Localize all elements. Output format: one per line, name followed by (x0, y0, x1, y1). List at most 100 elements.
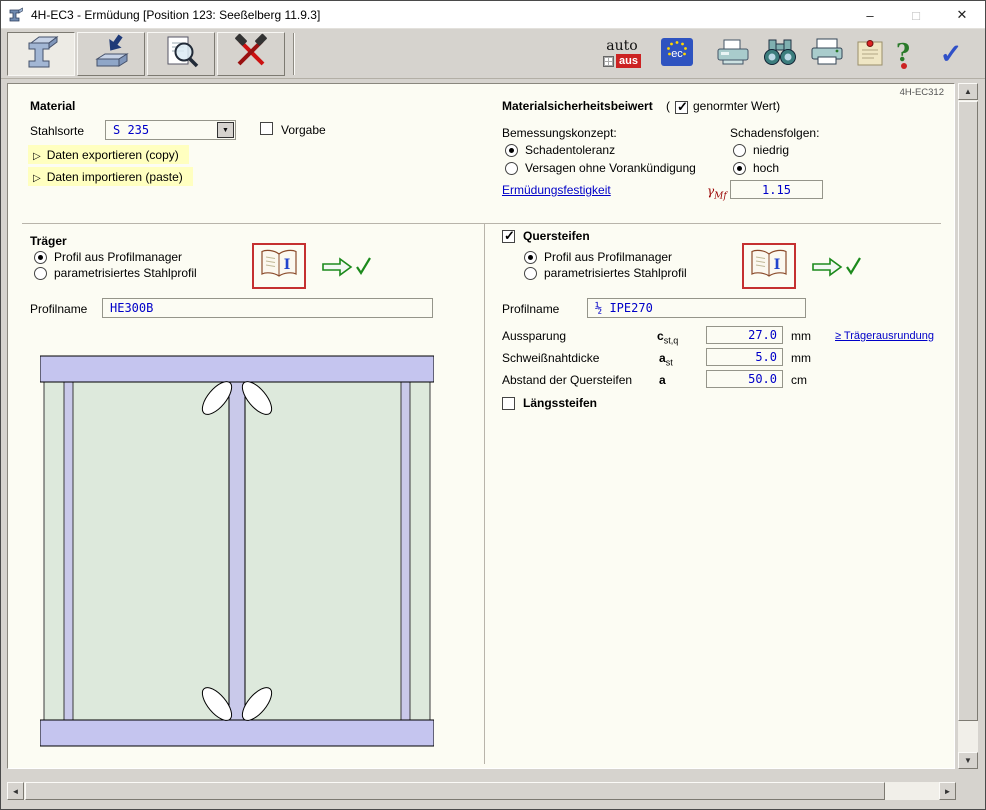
aus-label: aus (616, 54, 641, 68)
traeger-profilname-value: HE300B (110, 301, 153, 315)
maximize-button[interactable]: □ (893, 1, 939, 29)
laengssteifen-checkbox[interactable] (502, 397, 515, 410)
quersteifen-profilname-value: ½ IPE270 (595, 301, 653, 315)
vorgabe-label[interactable]: Vorgabe (281, 123, 326, 137)
aussparung-field[interactable]: 27.0 (706, 326, 783, 344)
window-controls: – □ ✕ (847, 1, 985, 29)
vertical-scrollbar[interactable] (958, 83, 978, 769)
toolbar: auto aus ec (1, 29, 985, 79)
close-button[interactable]: ✕ (939, 1, 985, 29)
help-button[interactable]: ? (891, 32, 921, 76)
vertical-scroll-thumb[interactable] (958, 101, 978, 721)
quersteifen-profilmanager-button[interactable]: I (742, 243, 796, 289)
eurocode-button[interactable]: ec (659, 32, 695, 76)
scroll-right-button[interactable] (939, 782, 956, 800)
title-bar: 4H-EC3 - Ermüdung [Position 123: Seeßelb… (1, 1, 985, 29)
svg-text:I: I (774, 257, 781, 273)
aussparung-label: Aussparung (502, 329, 566, 343)
quersteifen-profilmanager-label[interactable]: Profil aus Profilmanager (544, 250, 672, 264)
window-title: 4H-EC3 - Ermüdung [Position 123: Seeßelb… (31, 8, 320, 22)
search-binoculars-button[interactable] (759, 32, 801, 76)
schweissnaht-symbol: ast (659, 351, 673, 367)
minimize-button[interactable]: – (847, 1, 893, 29)
quersteifen-checkbox[interactable] (502, 230, 515, 243)
schadentoleranz-label[interactable]: Schadentoleranz (525, 143, 615, 157)
stahlsorte-value: S 235 (106, 121, 216, 139)
scroll-up-button[interactable] (958, 83, 978, 100)
quersteifen-profilname-label: Profilname (502, 302, 559, 316)
import-data-link[interactable]: Daten importieren (paste) (28, 167, 193, 186)
crossed-tools-button[interactable] (217, 32, 285, 76)
stahlsorte-label: Stahlsorte (30, 124, 84, 138)
traeger-profilmanager-label[interactable]: Profil aus Profilmanager (54, 250, 182, 264)
laengssteifen-label[interactable]: Längssteifen (523, 396, 597, 410)
play-triangle-icon (33, 170, 41, 184)
genormter-wert-checkbox[interactable] (675, 101, 688, 114)
stahlsorte-select[interactable]: S 235 (105, 120, 236, 140)
play-triangle-icon (33, 148, 41, 162)
gamma-mf-field[interactable]: 1.15 (730, 180, 823, 199)
question-mark-icon: ? (896, 38, 916, 70)
chevron-down-icon[interactable] (217, 122, 234, 138)
sicherheit-heading: Materialsicherheitsbeiwert (502, 99, 653, 113)
vorgabe-checkbox[interactable] (260, 122, 273, 135)
app-icon (8, 7, 24, 23)
main-panel: 4H-EC312 Material Stahlsorte S 235 Vorga… (7, 83, 955, 769)
traeger-profilname-field[interactable]: HE300B (102, 298, 433, 318)
symbol-base: a (659, 351, 666, 365)
auto-aus-icon: auto aus (603, 40, 641, 68)
export-data-link[interactable]: Daten exportieren (copy) (28, 145, 189, 164)
confirm-button[interactable]: ✓ (929, 32, 973, 76)
notes-button[interactable] (853, 32, 887, 76)
hoch-label[interactable]: hoch (753, 161, 779, 175)
abstand-label: Abstand der Quersteifen (502, 373, 632, 387)
auto-aus-button[interactable]: auto aus (599, 32, 645, 76)
traegerausrundung-link[interactable]: ≥ Trägerausrundung (835, 330, 934, 342)
app-window: 4H-EC3 - Ermüdung [Position 123: Seeßelb… (0, 0, 986, 810)
quersteifen-radio-parametrisiert[interactable] (524, 267, 537, 280)
scrollbar-corner (958, 782, 978, 800)
loads-view-button[interactable] (77, 32, 145, 76)
horizontal-scroll-thumb[interactable] (25, 782, 885, 800)
versagen-label[interactable]: Versagen ohne Vorankündigung (525, 161, 696, 175)
copy-pages-button[interactable] (713, 32, 753, 76)
profile-view-button[interactable] (7, 32, 75, 76)
radio-hoch[interactable] (733, 162, 746, 175)
radio-versagen[interactable] (505, 162, 518, 175)
abstand-field[interactable]: 50.0 (706, 370, 783, 388)
horizontal-scrollbar[interactable] (7, 782, 956, 800)
horizontal-divider (22, 223, 941, 224)
profile-book-icon: I (748, 247, 790, 286)
gamma-mf-value: 1.15 (762, 183, 791, 197)
quersteifen-parametrisiert-label[interactable]: parametrisiertes Stahlprofil (544, 266, 687, 280)
radio-schadentoleranz[interactable] (505, 144, 518, 157)
symbol-sub: st (666, 357, 673, 367)
quersteifen-apply-button[interactable] (810, 255, 864, 283)
checkmark-icon: ✓ (940, 41, 963, 68)
ermuedungsfestigkeit-link[interactable]: Ermüdungsfestigkeit (502, 183, 611, 197)
print-button[interactable] (807, 32, 847, 76)
niedrig-label[interactable]: niedrig (753, 143, 789, 157)
magnifier-icon (159, 33, 203, 76)
quersteifen-profilname-field[interactable]: ½ IPE270 (587, 298, 806, 318)
module-code: 4H-EC312 (900, 87, 944, 98)
scroll-down-button[interactable] (958, 752, 978, 769)
quersteifen-radio-profilmanager[interactable] (524, 251, 537, 264)
schweissnaht-field[interactable]: 5.0 (706, 348, 783, 366)
genormter-wert-label[interactable]: genormter Wert) (693, 99, 780, 113)
aussparung-unit: mm (791, 329, 811, 343)
quersteifen-heading[interactable]: Quersteifen (523, 229, 590, 243)
traeger-parametrisiert-label[interactable]: parametrisiertes Stahlprofil (54, 266, 197, 280)
traeger-heading: Träger (30, 234, 67, 248)
aussparung-value: 27.0 (748, 328, 777, 342)
traeger-apply-button[interactable] (320, 255, 374, 283)
traeger-radio-profilmanager[interactable] (34, 251, 47, 264)
ibeam-profile-icon (19, 33, 63, 76)
traeger-radio-parametrisiert[interactable] (34, 267, 47, 280)
document-magnifier-button[interactable] (147, 32, 215, 76)
traeger-profilmanager-button[interactable]: I (252, 243, 306, 289)
traeger-profilname-label: Profilname (30, 302, 87, 316)
scroll-left-button[interactable] (7, 782, 24, 800)
schweissnaht-unit: mm (791, 351, 811, 365)
radio-niedrig[interactable] (733, 144, 746, 157)
